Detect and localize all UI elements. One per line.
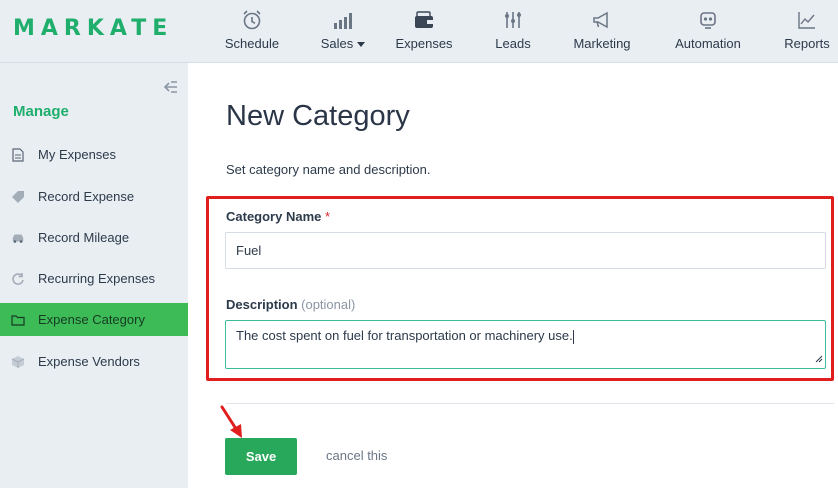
nav-label: Automation (675, 36, 741, 51)
refresh-icon (11, 272, 25, 286)
required-mark: * (325, 209, 331, 224)
nav-label: Marketing (573, 36, 631, 51)
top-bar: MARKATE Schedule Sales Expenses Leads Ma… (0, 0, 838, 63)
sidebar-item-my-expenses[interactable]: My Expenses (0, 138, 188, 171)
megaphone-icon (589, 9, 615, 31)
nav-marketing[interactable]: Marketing (572, 0, 632, 63)
description-value: The cost spent on fuel for transportatio… (236, 328, 573, 343)
description-label: Description (optional) (226, 297, 355, 312)
nav-schedule[interactable]: Schedule (224, 0, 280, 63)
bar-chart-icon (330, 9, 356, 31)
sidebar: Manage My Expenses Record Expense Record… (0, 63, 188, 488)
nav-label: Schedule (224, 36, 280, 51)
robot-icon (695, 9, 721, 31)
sidebar-item-label: Record Expense (38, 189, 135, 204)
document-icon (11, 147, 25, 162)
alarm-clock-icon (239, 9, 265, 31)
sidebar-item-label: Expense Category (38, 312, 145, 327)
sidebar-heading: Manage (13, 103, 69, 120)
nav-automation[interactable]: Automation (674, 0, 742, 63)
sidebar-item-label: Expense Vendors (38, 354, 140, 369)
category-name-input[interactable]: Fuel (225, 232, 826, 269)
sidebar-item-label: My Expenses (38, 147, 117, 162)
page-subtitle: Set category name and description. (226, 162, 431, 177)
nav-leads[interactable]: Leads (494, 0, 532, 63)
wallet-icon (411, 9, 437, 31)
nav-label: Reports (784, 36, 830, 51)
nav-sales[interactable]: Sales (320, 0, 366, 63)
divider (226, 403, 834, 404)
sidebar-item-label: Record Mileage (38, 230, 130, 245)
sidebar-item-expense-vendors[interactable]: Expense Vendors (0, 345, 188, 378)
collapse-sidebar-icon[interactable] (163, 80, 179, 99)
sidebar-item-recurring-expenses[interactable]: Recurring Expenses (0, 262, 188, 295)
sliders-icon (500, 9, 526, 31)
save-button[interactable]: Save (225, 438, 297, 475)
description-textarea[interactable]: The cost spent on fuel for transportatio… (225, 320, 826, 369)
category-name-label-text: Category Name (226, 209, 322, 224)
markate-logo[interactable]: MARKATE (13, 16, 173, 41)
car-icon (11, 231, 25, 245)
folder-icon (11, 313, 25, 327)
nav-label: Sales (320, 36, 354, 51)
category-name-value: Fuel (236, 243, 262, 258)
text-cursor (572, 329, 574, 344)
nav-label: Leads (495, 36, 531, 51)
description-label-text: Description (226, 297, 298, 312)
resize-handle-icon[interactable] (815, 351, 823, 366)
chevron-down-icon (357, 42, 366, 48)
sidebar-item-expense-category[interactable]: Expense Category (0, 303, 188, 336)
sidebar-item-record-mileage[interactable]: Record Mileage (0, 221, 188, 254)
page-title: New Category (226, 100, 410, 132)
nav-reports[interactable]: Reports (784, 0, 830, 63)
cancel-link[interactable]: cancel this (326, 448, 387, 463)
sidebar-item-label: Recurring Expenses (38, 271, 156, 286)
nav-label: Expenses (395, 36, 453, 51)
sidebar-item-record-expense[interactable]: Record Expense (0, 180, 188, 213)
optional-hint: (optional) (301, 297, 356, 312)
nav-expenses[interactable]: Expenses (395, 0, 453, 63)
tag-icon (11, 190, 25, 204)
line-chart-icon (794, 9, 820, 31)
category-name-label: Category Name * (226, 209, 330, 224)
box-icon (11, 355, 25, 369)
